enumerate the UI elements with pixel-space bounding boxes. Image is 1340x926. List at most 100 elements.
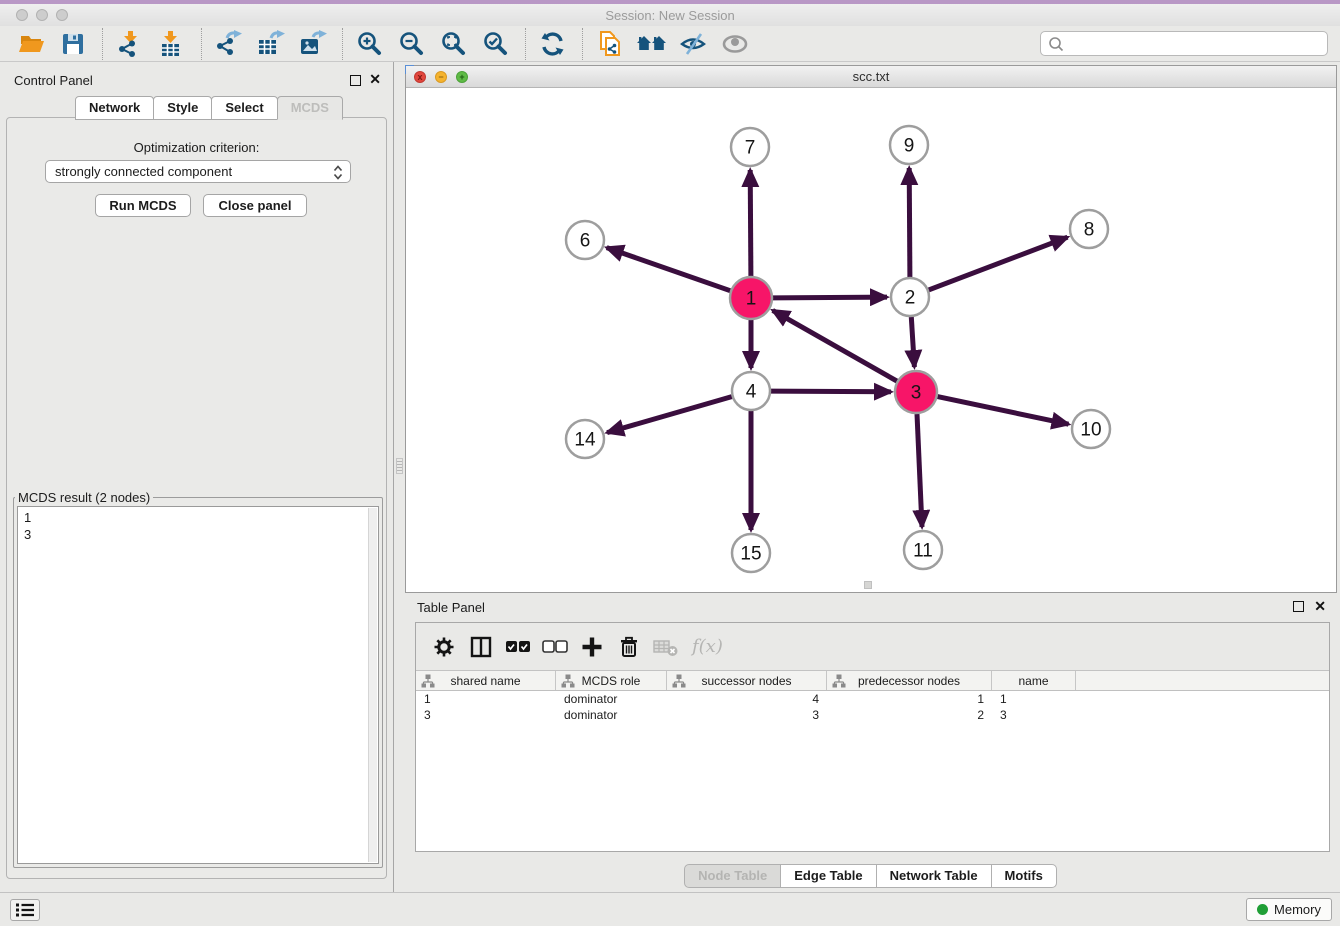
cell-predecessor-nodes[interactable]: 1 — [827, 692, 992, 706]
graph-edge-1-7[interactable] — [750, 170, 751, 276]
close-panel-button[interactable]: Close panel — [203, 194, 307, 217]
graph-node-8[interactable]: 8 — [1070, 210, 1108, 248]
hide-selected-button[interactable] — [677, 28, 711, 60]
svg-text:2: 2 — [905, 288, 916, 309]
graph-node-10[interactable]: 10 — [1072, 410, 1110, 448]
graph-edge-3-10[interactable] — [938, 397, 1069, 425]
refresh-button[interactable] — [536, 28, 570, 60]
criterion-select[interactable]: strongly connected component — [45, 160, 351, 183]
float-table-panel-icon[interactable] — [1293, 601, 1304, 612]
export-network-button[interactable] — [212, 28, 246, 60]
graph-edge-2-3[interactable] — [911, 317, 914, 367]
network-canvas[interactable]: 1 2 3 4 6 7 8 9 10 11 14 15 — [406, 88, 1336, 592]
search-input[interactable] — [1040, 31, 1328, 56]
import-network-button[interactable] — [113, 28, 147, 60]
graph-node-1[interactable]: 1 — [730, 277, 772, 319]
control-panel-title: Control Panel — [14, 73, 93, 88]
graph-node-11[interactable]: 11 — [904, 531, 942, 569]
column-header-mcds-role[interactable]: MCDS role — [556, 671, 667, 690]
graph-node-7[interactable]: 7 — [731, 128, 769, 166]
graph-edge-1-6[interactable] — [607, 248, 731, 291]
column-header-successor-nodes[interactable]: successor nodes — [667, 671, 827, 690]
first-neighbors-button[interactable] — [635, 28, 669, 60]
graph-node-9[interactable]: 9 — [890, 126, 928, 164]
column-header-shared-name[interactable]: shared name — [416, 671, 556, 690]
export-image-button[interactable] — [296, 28, 330, 60]
graph-node-3[interactable]: 3 — [895, 371, 937, 413]
network-frame-titlebar[interactable]: x − + scc.txt — [406, 66, 1336, 88]
cell-mcds-role[interactable]: dominator — [556, 692, 667, 706]
task-history-button[interactable] — [10, 899, 40, 921]
column-header-name[interactable]: name — [992, 671, 1076, 690]
graph-node-14[interactable]: 14 — [566, 420, 604, 458]
panel-splitter-handle[interactable] — [396, 458, 403, 474]
memory-button[interactable]: Memory — [1246, 898, 1332, 921]
cell-shared-name[interactable]: 1 — [416, 692, 556, 706]
tab-select[interactable]: Select — [211, 96, 277, 120]
zoom-fit-button[interactable] — [437, 28, 471, 60]
tab-mcds[interactable]: MCDS — [277, 96, 343, 120]
graph-edge-3-1[interactable] — [773, 310, 897, 381]
function-builder-button[interactable]: f(x) — [692, 636, 723, 657]
svg-text:1: 1 — [746, 289, 757, 310]
tab-node-table[interactable]: Node Table — [684, 864, 781, 888]
graph-edge-2-8[interactable] — [929, 237, 1068, 290]
canvas-resize-grip[interactable] — [864, 581, 872, 589]
graph-edge-3-11[interactable] — [917, 414, 922, 527]
graph-node-6[interactable]: 6 — [566, 221, 604, 259]
graph-node-2[interactable]: 2 — [891, 278, 929, 316]
import-table-button[interactable] — [155, 28, 189, 60]
svg-text:15: 15 — [740, 544, 761, 565]
cell-shared-name[interactable]: 3 — [416, 708, 556, 722]
float-panel-icon[interactable] — [350, 75, 361, 86]
tab-edge-table[interactable]: Edge Table — [780, 864, 876, 888]
zoom-selected-button[interactable] — [479, 28, 513, 60]
table-settings-button[interactable] — [429, 632, 459, 662]
mcds-tab-content: Optimization criterion: strongly connect… — [6, 117, 387, 879]
cell-successor-nodes[interactable]: 4 — [667, 692, 827, 706]
mcds-result-area[interactable]: 1 3 — [17, 506, 379, 864]
zoom-out-icon — [399, 31, 425, 57]
delete-row-button[interactable] — [614, 632, 644, 662]
svg-text:14: 14 — [574, 430, 596, 451]
tab-motifs[interactable]: Motifs — [991, 864, 1057, 888]
search-icon — [1047, 35, 1065, 53]
close-panel-icon[interactable]: ✕ — [369, 72, 381, 86]
zoom-selected-icon — [483, 31, 509, 57]
graph-node-4[interactable]: 4 — [732, 372, 770, 410]
export-table-button[interactable] — [254, 28, 288, 60]
cell-successor-nodes[interactable]: 3 — [667, 708, 827, 722]
table-row[interactable]: 1 dominator 4 1 1 — [416, 691, 1329, 707]
result-scrollbar[interactable] — [368, 508, 377, 862]
graph-node-15[interactable]: 15 — [732, 534, 770, 572]
open-session-button[interactable] — [14, 28, 48, 60]
run-mcds-button[interactable]: Run MCDS — [95, 194, 191, 217]
table-row[interactable]: 3 dominator 3 2 3 — [416, 707, 1329, 723]
deselect-all-button[interactable] — [540, 632, 570, 662]
graph-edge-1-2[interactable] — [773, 297, 887, 298]
tab-network-table[interactable]: Network Table — [876, 864, 992, 888]
duplicate-network-button[interactable] — [593, 28, 627, 60]
add-row-button[interactable] — [577, 632, 607, 662]
application-window: Session: New Session — [0, 0, 1340, 926]
cell-name[interactable]: 3 — [992, 708, 1076, 722]
graph-edge-2-9[interactable] — [909, 168, 910, 277]
memory-label: Memory — [1274, 902, 1321, 917]
show-all-button[interactable] — [719, 28, 753, 60]
table-panel-title: Table Panel — [417, 600, 485, 615]
cell-name[interactable]: 1 — [992, 692, 1076, 706]
column-header-predecessor-nodes[interactable]: predecessor nodes — [827, 671, 992, 690]
tab-network[interactable]: Network — [75, 96, 154, 120]
tab-style[interactable]: Style — [153, 96, 212, 120]
delete-table-button[interactable] — [651, 632, 681, 662]
graph-edge-4-3[interactable] — [771, 391, 891, 392]
select-all-button[interactable] — [503, 632, 533, 662]
graph-edge-4-14[interactable] — [607, 397, 732, 433]
cell-predecessor-nodes[interactable]: 2 — [827, 708, 992, 722]
close-table-panel-icon[interactable]: ✕ — [1314, 599, 1326, 613]
zoom-out-button[interactable] — [395, 28, 429, 60]
cell-mcds-role[interactable]: dominator — [556, 708, 667, 722]
zoom-in-button[interactable] — [353, 28, 387, 60]
show-columns-button[interactable] — [466, 632, 496, 662]
save-session-button[interactable] — [56, 28, 90, 60]
